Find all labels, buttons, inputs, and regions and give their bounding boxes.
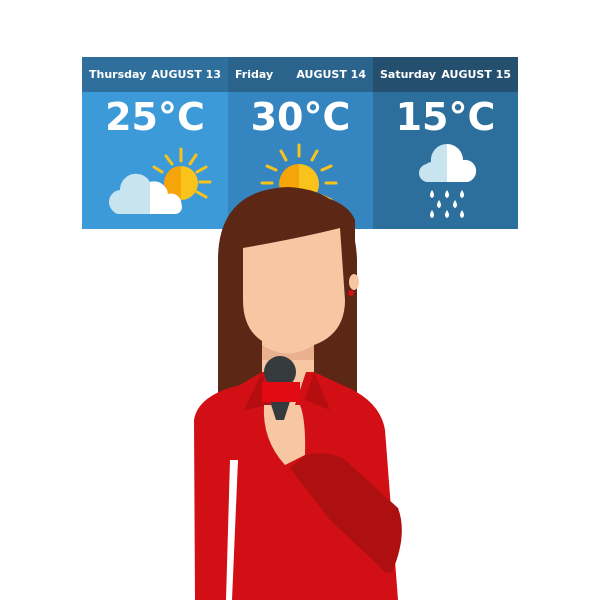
microphone-flag	[262, 382, 300, 402]
earring	[348, 290, 354, 296]
ear	[349, 274, 359, 290]
news-reporter-figure	[194, 187, 402, 600]
face	[243, 228, 345, 350]
